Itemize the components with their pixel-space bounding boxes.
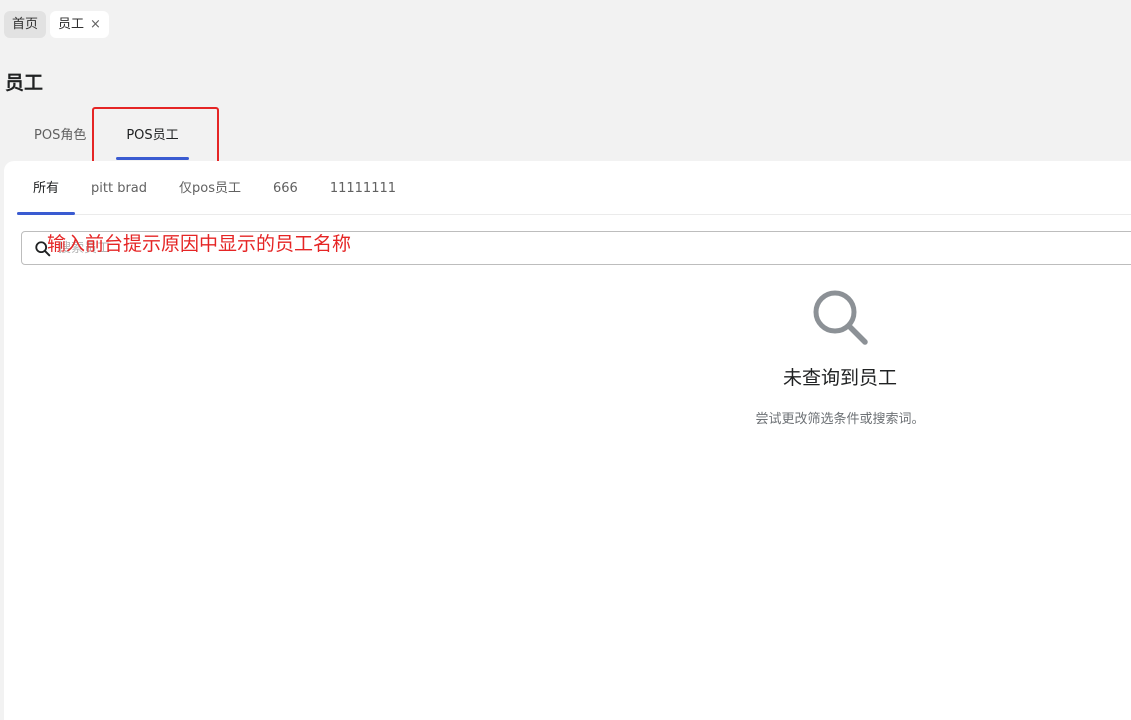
filter-tab-label: 仅pos员工 <box>179 181 242 196</box>
employees-page: 首页 员工 × 员工 POS角色 POS员工 所有 pitt brad 仅pos… <box>0 0 1131 720</box>
filter-tab-label: 666 <box>273 181 298 196</box>
filter-tab-666[interactable]: 666 <box>257 161 314 214</box>
search-icon <box>35 241 51 257</box>
tab-pos-roles-label: POS角色 <box>34 128 87 143</box>
empty-state-subtext: 尝试更改筛选条件或搜索词。 <box>755 412 925 427</box>
employees-card: 所有 pitt brad 仅pos员工 666 11111111 输入前台提示原… <box>4 161 1131 720</box>
tab-pos-employees[interactable]: POS员工 <box>112 118 192 160</box>
page-title: 员工 <box>5 72 44 94</box>
filter-tab-pos-only[interactable]: 仅pos员工 <box>163 161 257 214</box>
filter-tab-11111111[interactable]: 11111111 <box>314 161 412 214</box>
filter-tab-bar: 所有 pitt brad 仅pos员工 666 11111111 <box>17 161 1131 215</box>
page-tab-employees[interactable]: 员工 × <box>50 11 109 38</box>
empty-state: 未查询到员工 尝试更改筛选条件或搜索词。 <box>704 285 976 427</box>
search-icon <box>813 290 868 345</box>
close-icon[interactable]: × <box>90 11 101 38</box>
tab-pos-roles[interactable]: POS角色 <box>20 118 100 160</box>
search-input[interactable] <box>58 232 1118 264</box>
search-field[interactable] <box>21 231 1131 265</box>
empty-state-heading: 未查询到员工 <box>782 367 897 389</box>
filter-tab-pitt-brad[interactable]: pitt brad <box>75 161 163 214</box>
page-tab-home-label: 首页 <box>12 17 39 32</box>
filter-tab-label: 所有 <box>33 181 60 196</box>
tab-pos-employees-label: POS员工 <box>126 128 179 143</box>
page-tab-employees-label: 员工 <box>58 17 85 32</box>
filter-tab-all[interactable]: 所有 <box>17 161 76 215</box>
section-tab-bar: POS角色 POS员工 <box>20 118 193 160</box>
page-tab-bar: 首页 员工 × <box>4 11 109 38</box>
filter-tab-label: pitt brad <box>91 181 148 196</box>
filter-tab-label: 11111111 <box>329 181 397 196</box>
page-tab-home[interactable]: 首页 <box>4 11 47 38</box>
